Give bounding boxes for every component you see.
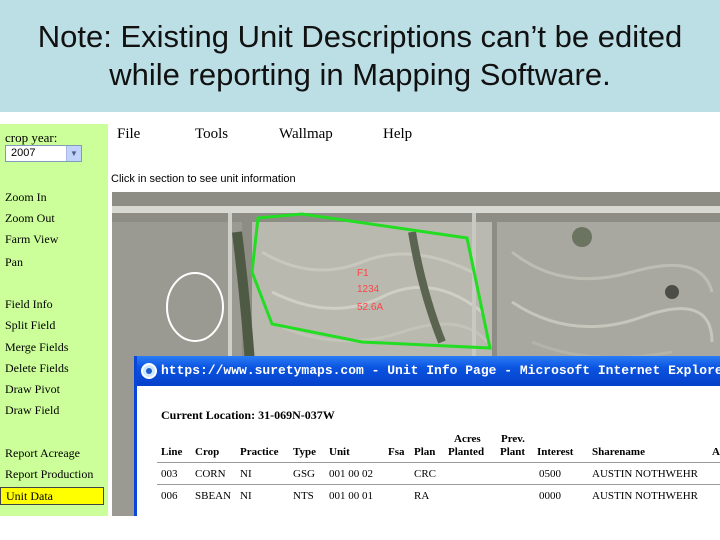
cell-interest: 0000 — [539, 490, 561, 502]
crop-year-label: crop year: — [5, 130, 58, 145]
sidebar-item-merge-fields[interactable]: Merge Fields — [5, 340, 68, 355]
cell-plan: RA — [414, 490, 430, 502]
tool-sidebar: crop year: 2007 ▼ Zoom In Zoom Out Farm … — [0, 124, 108, 516]
cell-line: 003 — [161, 468, 178, 480]
window-title: https://www.suretymaps.com - Unit Info P… — [161, 363, 720, 378]
header-prev: Prev. — [501, 433, 525, 445]
header-interest: Interest — [537, 446, 574, 458]
sidebar-item-delete-fields[interactable]: Delete Fields — [5, 361, 69, 376]
header-practice: Practice — [240, 446, 279, 458]
field-label-id: F1 — [357, 268, 369, 279]
cell-sharename: AUSTIN NOTHWEHR — [592, 468, 699, 480]
cell-plan: CRC — [414, 468, 437, 480]
sidebar-item-unit-data[interactable]: Unit Data — [0, 487, 104, 505]
current-location: Current Location: 31-069N-037W — [161, 408, 335, 422]
internet-explorer-icon — [141, 363, 157, 379]
row-divider — [157, 484, 720, 485]
header-plant: Plant — [500, 446, 526, 458]
window-titlebar[interactable]: https://www.suretymaps.com - Unit Info P… — [137, 356, 720, 386]
header-type: Type — [293, 446, 317, 458]
sidebar-item-report-acreage[interactable]: Report Acreage — [5, 446, 80, 461]
cell-crop: SBEAN — [195, 490, 232, 502]
crop-year-select[interactable]: 2007 ▼ — [5, 145, 82, 162]
header-plan: Plan — [414, 446, 436, 458]
cell-unit: 001 00 01 — [329, 490, 373, 502]
cell-line: 006 — [161, 490, 178, 502]
sidebar-item-draw-field[interactable]: Draw Field — [5, 403, 59, 418]
slide-title: Note: Existing Unit Descriptions can’t b… — [0, 0, 720, 112]
header-a: A — [712, 446, 720, 458]
menu-help[interactable]: Help — [383, 126, 412, 143]
cell-practice: NI — [240, 468, 252, 480]
header-crop: Crop — [195, 446, 220, 458]
sidebar-item-split-field[interactable]: Split Field — [5, 318, 55, 333]
cell-type: GSG — [293, 468, 316, 480]
cell-type: NTS — [293, 490, 314, 502]
menu-wallmap[interactable]: Wallmap — [279, 126, 333, 143]
header-fsa: Fsa — [388, 446, 405, 458]
cell-practice: NI — [240, 490, 252, 502]
sidebar-item-zoom-out[interactable]: Zoom Out — [5, 211, 55, 226]
menu-tools[interactable]: Tools — [195, 126, 228, 143]
map-instruction: Click in section to see unit information — [111, 173, 296, 185]
note-line-2: while reporting in Mapping Software. — [109, 57, 611, 92]
header-planted: Planted — [448, 446, 485, 458]
sidebar-item-report-production[interactable]: Report Production — [5, 467, 93, 482]
note-line-1: Note: Existing Unit Descriptions can’t b… — [37, 19, 683, 54]
row-divider — [157, 462, 720, 463]
menu-file[interactable]: File — [117, 126, 140, 143]
header-acres: Acres — [454, 433, 481, 445]
sidebar-item-draw-pivot[interactable]: Draw Pivot — [5, 382, 60, 397]
cell-sharename: AUSTIN NOTHWEHR — [592, 490, 699, 502]
cell-unit: 001 00 02 — [329, 468, 373, 480]
cell-interest: 0500 — [539, 468, 561, 480]
field-label-acres: 52.6A — [357, 302, 384, 313]
header-unit: Unit — [329, 446, 350, 458]
sidebar-item-zoom-in[interactable]: Zoom In — [5, 190, 47, 205]
sidebar-item-field-info[interactable]: Field Info — [5, 297, 53, 312]
sidebar-item-pan[interactable]: Pan — [5, 255, 23, 270]
chevron-down-icon[interactable]: ▼ — [66, 146, 81, 161]
cell-crop: CORN — [195, 468, 226, 480]
crop-year-value: 2007 — [11, 147, 36, 159]
sidebar-item-farm-view[interactable]: Farm View — [5, 232, 58, 247]
menu-bar: File Tools Wallmap Help — [108, 124, 720, 146]
unit-info-window: https://www.suretymaps.com - Unit Info P… — [134, 356, 720, 516]
field-label-number: 1234 — [357, 284, 380, 295]
header-line: Line — [161, 446, 183, 458]
header-sharename: Sharename — [592, 446, 645, 458]
